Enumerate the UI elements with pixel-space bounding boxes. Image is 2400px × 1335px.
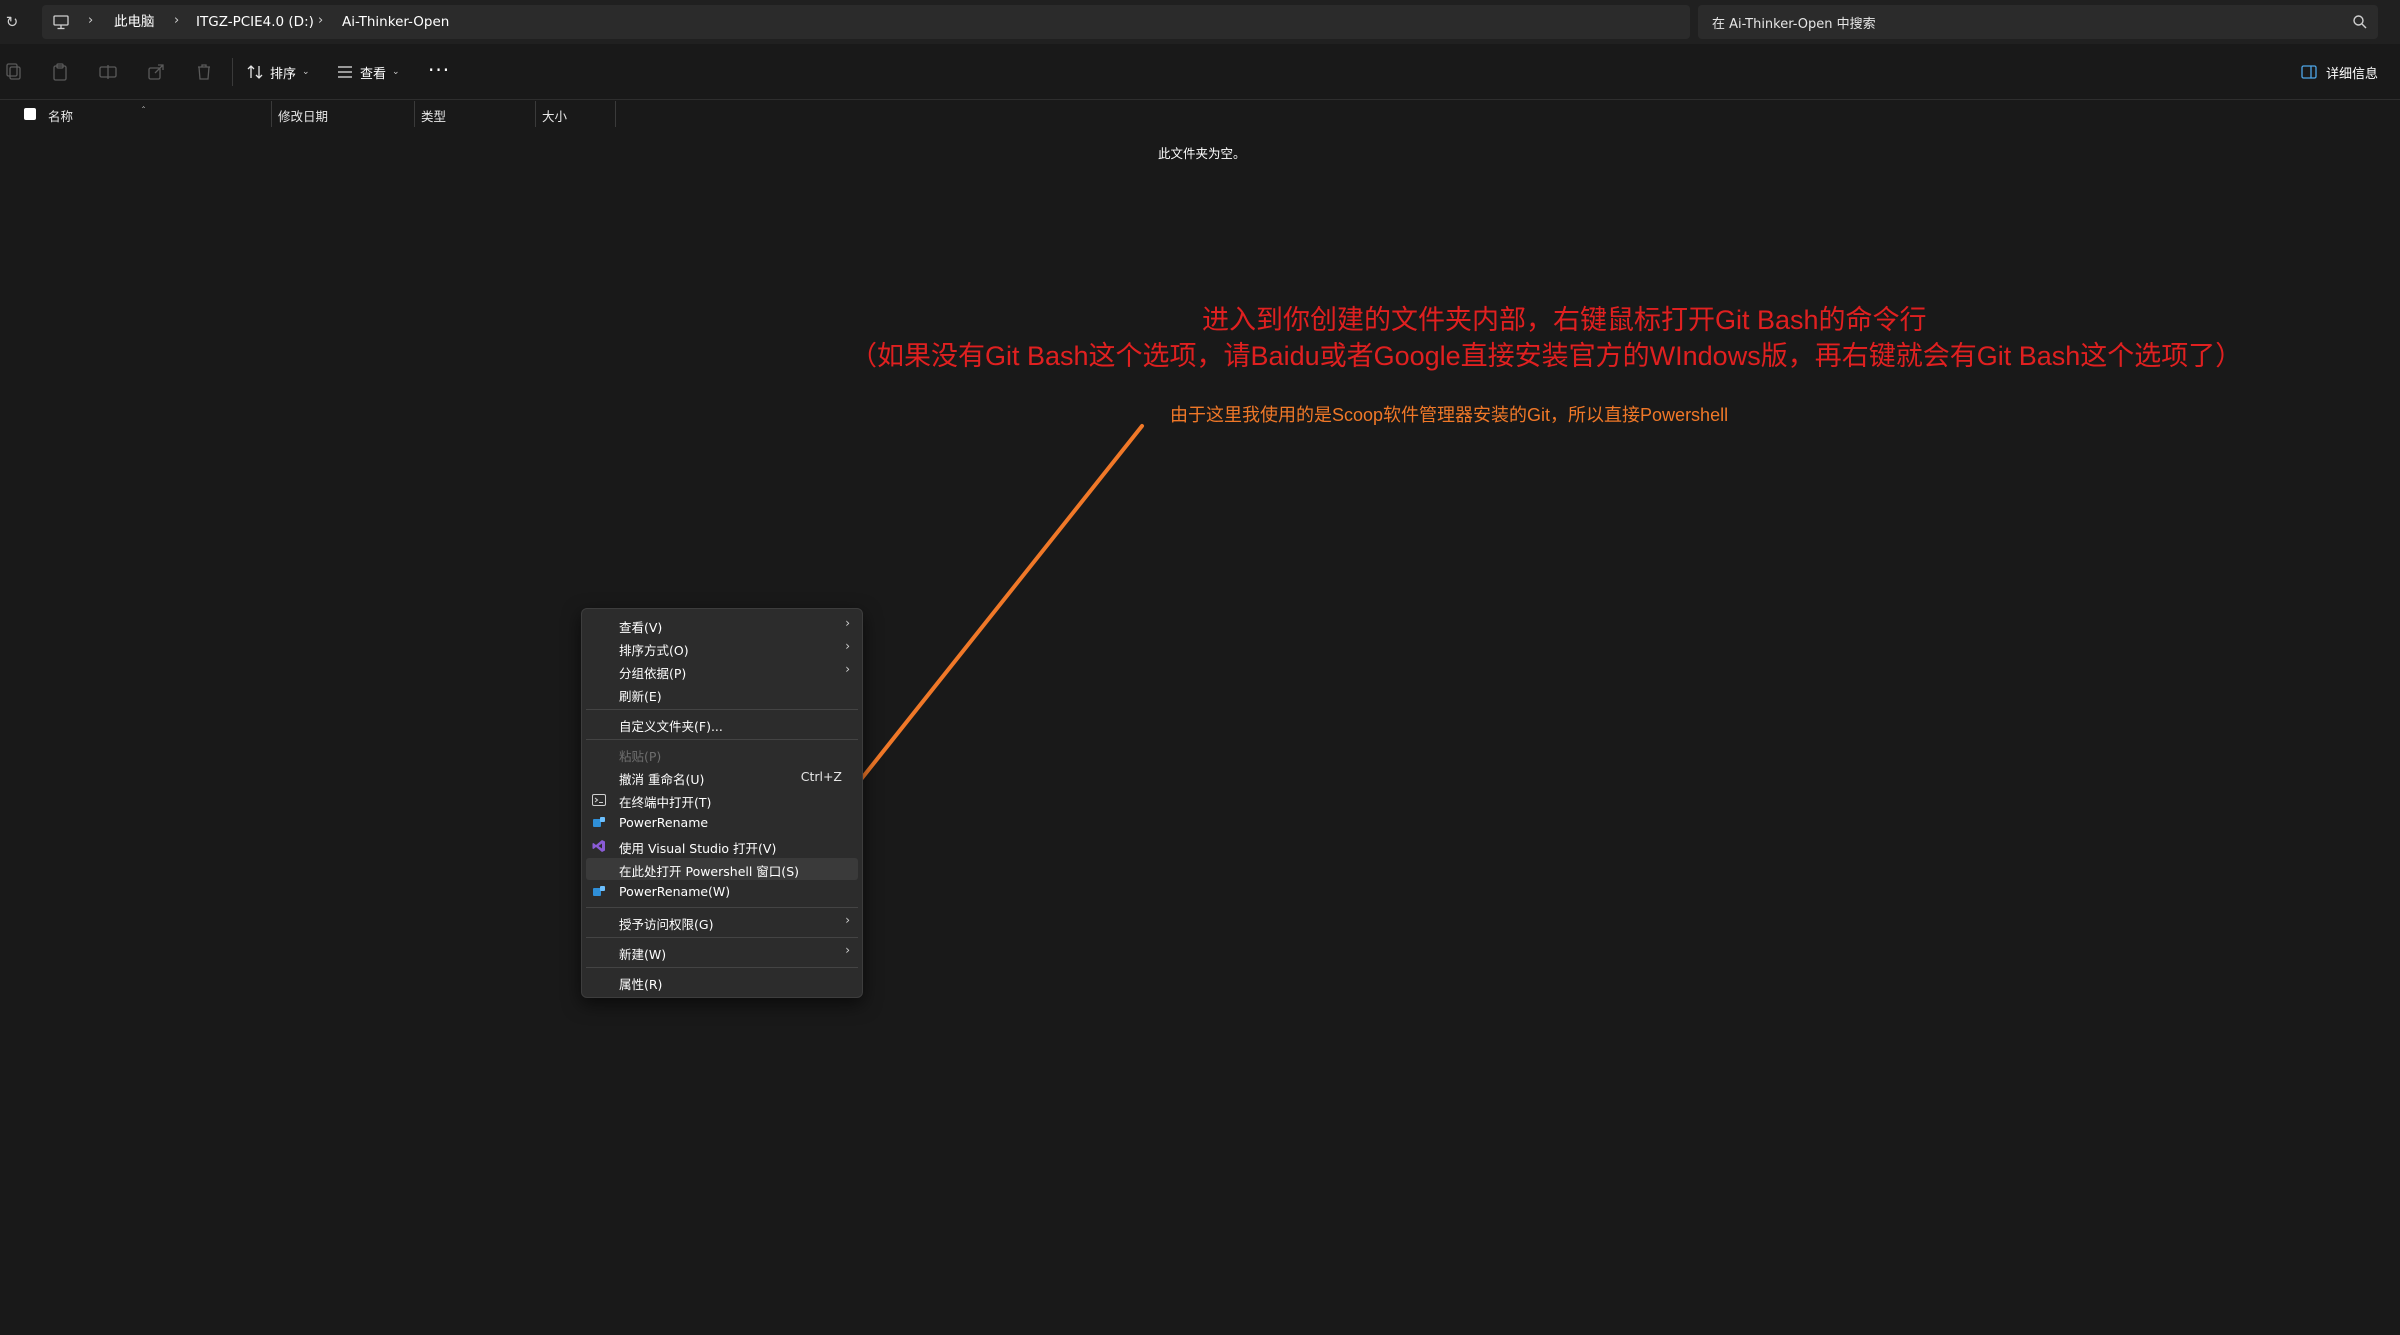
select-all-checkbox[interactable]: [24, 108, 36, 120]
menu-item-powerrename-w[interactable]: PowerRename(W): [586, 881, 858, 903]
menu-item-refresh[interactable]: 刷新(E): [586, 683, 858, 705]
menu-item-open-with-visual-studio[interactable]: 使用 Visual Studio 打开(V): [586, 835, 858, 857]
menu-item-label: 在此处打开 Powershell 窗口(S): [619, 864, 799, 879]
breadcrumb[interactable]: › 此电脑 › ITGZ-PCIE4.0 (D:) › Ai-Thinker-O…: [42, 5, 1690, 39]
menu-item-open-in-terminal[interactable]: 在终端中打开(T): [586, 789, 858, 811]
sort-icon: [247, 65, 263, 79]
menu-item-label: 授予访问权限(G): [619, 917, 714, 932]
annotation-arrow: [798, 424, 1144, 858]
menu-item-label: 粘贴(P): [619, 749, 662, 764]
chevron-right-icon: ›: [845, 913, 850, 927]
column-header-row: ‸ 名称 修改日期 类型 大小: [0, 99, 2400, 127]
menu-item-view[interactable]: 查看(V) ›: [586, 614, 858, 636]
command-bar: 排序 ⌄ 查看 ⌄ ··· 详细信息: [0, 44, 2400, 100]
menu-separator: [586, 937, 858, 938]
chevron-down-icon: ⌄: [392, 67, 400, 77]
toolbar-divider: [232, 58, 233, 86]
view-label: 查看: [360, 66, 387, 82]
menu-item-paste: 粘贴(P): [586, 743, 858, 765]
column-size[interactable]: 大小: [542, 106, 567, 125]
column-divider[interactable]: [271, 101, 272, 127]
menu-item-label: 自定义文件夹(F)...: [619, 719, 723, 734]
refresh-icon[interactable]: ↻: [2, 10, 22, 34]
annotation-note: 由于这里我使用的是Scoop软件管理器安装的Git，所以直接Powershell: [1170, 405, 1729, 425]
column-type[interactable]: 类型: [421, 106, 446, 125]
empty-folder-message: 此文件夹为空。: [1158, 146, 1246, 161]
column-divider[interactable]: [414, 101, 415, 127]
menu-separator: [586, 907, 858, 908]
menu-item-label: 排序方式(O): [619, 643, 689, 658]
paste-icon[interactable]: [50, 62, 70, 82]
menu-separator: [586, 967, 858, 968]
menu-item-label: 查看(V): [619, 620, 663, 635]
menu-item-label: 刷新(E): [619, 689, 662, 704]
breadcrumb-item-this-pc[interactable]: 此电脑: [114, 12, 155, 32]
menu-item-label: PowerRename(W): [619, 884, 731, 899]
copy-icon[interactable]: [4, 62, 24, 82]
sort-label: 排序: [270, 66, 297, 82]
chevron-right-icon: ›: [845, 639, 850, 653]
menu-item-customize-folder[interactable]: 自定义文件夹(F)...: [586, 713, 858, 735]
rename-icon[interactable]: [98, 62, 118, 82]
chevron-right-icon: ›: [845, 943, 850, 957]
search-input[interactable]: 在 Ai-Thinker-Open 中搜索: [1698, 5, 2378, 39]
powerrename-icon: [593, 886, 605, 896]
column-date-modified[interactable]: 修改日期: [278, 106, 328, 125]
menu-item-label: 分组依据(P): [619, 666, 687, 681]
chevron-right-icon: ›: [174, 13, 180, 28]
visual-studio-icon: [592, 840, 605, 852]
menu-item-properties[interactable]: 属性(R): [586, 971, 858, 993]
details-pane-button[interactable]: 详细信息: [2300, 60, 2378, 84]
details-label: 详细信息: [2326, 66, 2379, 82]
sort-caret-icon: ‸: [142, 99, 146, 109]
sort-button[interactable]: 排序 ⌄: [246, 60, 310, 84]
chevron-right-icon: ›: [318, 13, 324, 28]
breadcrumb-item-drive[interactable]: ITGZ-PCIE4.0 (D:): [196, 12, 314, 32]
column-name[interactable]: 名称: [48, 106, 73, 125]
menu-item-powerrename[interactable]: PowerRename: [586, 812, 858, 834]
chevron-right-icon: ›: [845, 662, 850, 676]
menu-item-group-by[interactable]: 分组依据(P) ›: [586, 660, 858, 682]
menu-item-label: 属性(R): [619, 977, 663, 992]
chevron-right-icon: ›: [845, 616, 850, 630]
details-pane-icon: [2301, 65, 2317, 79]
annotation-instruction-line2: （如果没有Git Bash这个选项，请Baidu或者Google直接安装官方的W…: [850, 341, 2243, 371]
share-icon[interactable]: [146, 62, 166, 82]
search-icon: [2353, 15, 2367, 29]
menu-item-label: PowerRename: [619, 815, 709, 830]
menu-separator: [586, 739, 858, 740]
menu-item-label: 撤消 重命名(U): [619, 772, 705, 787]
more-options-button[interactable]: ···: [428, 58, 450, 82]
menu-item-label: 在终端中打开(T): [619, 795, 712, 810]
view-button[interactable]: 查看 ⌄: [336, 60, 400, 84]
column-divider[interactable]: [535, 101, 536, 127]
context-menu: 查看(V) › 排序方式(O) › 分组依据(P) › 刷新(E) 自定义文件夹…: [581, 608, 863, 998]
menu-separator: [586, 709, 858, 710]
menu-item-open-powershell-here[interactable]: 在此处打开 Powershell 窗口(S): [586, 858, 858, 880]
terminal-icon: [592, 794, 606, 806]
delete-icon[interactable]: [194, 62, 214, 82]
search-placeholder: 在 Ai-Thinker-Open 中搜索: [1712, 17, 1876, 32]
menu-item-undo-rename[interactable]: 撤消 重命名(U) Ctrl+Z: [586, 766, 858, 788]
menu-item-give-access[interactable]: 授予访问权限(G) ›: [586, 911, 858, 933]
menu-item-label: 使用 Visual Studio 打开(V): [619, 841, 777, 856]
computer-icon: [53, 15, 69, 30]
annotation-instruction-line1: 进入到你创建的文件夹内部，右键鼠标打开Git Bash的命令行: [1202, 305, 1927, 335]
powerrename-icon: [593, 817, 605, 827]
address-bar: ↻ › 此电脑 › ITGZ-PCIE4.0 (D:) › Ai-Thinker…: [0, 0, 2400, 44]
menu-item-accelerator: Ctrl+Z: [800, 769, 842, 784]
chevron-right-icon: ›: [88, 13, 94, 28]
column-divider[interactable]: [615, 101, 616, 127]
menu-item-label: 新建(W): [619, 947, 667, 962]
breadcrumb-item-folder[interactable]: Ai-Thinker-Open: [342, 12, 449, 32]
menu-item-new[interactable]: 新建(W) ›: [586, 941, 858, 963]
menu-item-sort-by[interactable]: 排序方式(O) ›: [586, 637, 858, 659]
view-icon: [338, 66, 352, 78]
chevron-down-icon: ⌄: [302, 67, 310, 77]
